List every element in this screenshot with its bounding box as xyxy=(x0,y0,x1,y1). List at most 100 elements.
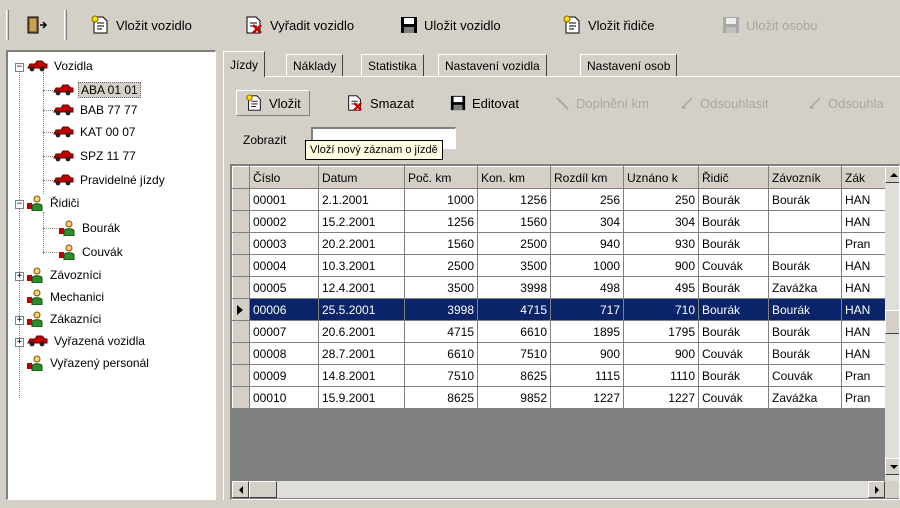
table-cell[interactable]: 7510 xyxy=(477,342,551,365)
expander-couriers[interactable]: + xyxy=(15,272,24,281)
table-cell[interactable]: 304 xyxy=(550,210,624,233)
tree-node-retired-personnel[interactable]: Vyřazený personál xyxy=(26,353,151,373)
row-indicator[interactable] xyxy=(232,364,250,387)
insert-vehicle-button[interactable]: Vložit vozidlo xyxy=(90,12,192,38)
approve-button[interactable]: Odsouhlasit xyxy=(680,90,769,116)
vertical-scrollbar[interactable] xyxy=(885,166,899,481)
table-cell[interactable]: 1560 xyxy=(404,232,478,255)
expander-retired-vehicles[interactable]: + xyxy=(15,338,24,347)
column-header[interactable]: Číslo xyxy=(249,166,319,189)
table-cell[interactable]: 940 xyxy=(550,232,624,255)
retire-vehicle-button[interactable]: Vyřadit vozidlo xyxy=(244,12,354,38)
table-cell[interactable]: 00004 xyxy=(249,254,319,277)
table-cell[interactable]: Pran xyxy=(841,364,886,387)
table-cell[interactable]: 00010 xyxy=(249,386,319,409)
row-indicator[interactable] xyxy=(232,320,250,343)
table-cell[interactable]: 250 xyxy=(623,188,699,211)
table-cell[interactable]: 3998 xyxy=(404,298,478,321)
table-cell[interactable]: 900 xyxy=(550,342,624,365)
table-cell[interactable]: Bourák xyxy=(698,232,769,255)
table-cell[interactable]: 1000 xyxy=(550,254,624,277)
trips-grid[interactable]: Číslo Datum Poč. km Kon. km Rozdíl km Uz… xyxy=(230,164,900,500)
table-cell[interactable]: 28.7.2001 xyxy=(318,342,405,365)
delete-record-button[interactable]: Smazat xyxy=(346,90,414,116)
exit-button[interactable] xyxy=(26,12,48,38)
row-indicator[interactable] xyxy=(232,188,250,211)
tree-node-couriers[interactable]: Závozníci xyxy=(26,265,103,285)
table-cell[interactable]: Bourák xyxy=(698,298,769,321)
table-cell[interactable]: 10.3.2001 xyxy=(318,254,405,277)
table-row[interactable]: 00004 10.3.2001 2500 3500 1000 900 Couvák Bourá… xyxy=(232,254,886,277)
table-cell[interactable]: HAN xyxy=(841,320,886,343)
expander-vehicles[interactable]: − xyxy=(15,63,24,72)
table-cell[interactable]: 00009 xyxy=(249,364,319,387)
table-cell[interactable]: 8625 xyxy=(477,364,551,387)
table-cell[interactable]: 256 xyxy=(550,188,624,211)
table-cell[interactable]: 717 xyxy=(550,298,624,321)
row-indicator[interactable] xyxy=(232,276,250,299)
horizontal-scrollbar[interactable] xyxy=(232,481,885,498)
tab-vehicle-settings[interactable]: Nastavení vozidla xyxy=(438,54,547,76)
table-cell[interactable]: Couvák xyxy=(768,364,842,387)
table-row[interactable]: 00009 14.8.2001 7510 8625 1115 1110 Bourák Couv… xyxy=(232,364,886,387)
table-row[interactable]: 00002 15.2.2001 1256 1560 304 304 Bourák HAN xyxy=(232,210,886,233)
table-cell[interactable]: HAN xyxy=(841,298,886,321)
vertical-scroll-thumb[interactable] xyxy=(885,310,899,334)
table-cell[interactable]: 3500 xyxy=(404,276,478,299)
table-cell[interactable]: 1795 xyxy=(623,320,699,343)
table-row[interactable]: 00001 2.1.2001 1000 1256 256 250 Bourák Bourák H… xyxy=(232,188,886,211)
table-cell[interactable]: 1560 xyxy=(477,210,551,233)
tree-node-retired-vehicles[interactable]: Vyřazená vozidla xyxy=(26,331,147,351)
table-cell[interactable]: 304 xyxy=(623,210,699,233)
table-cell[interactable]: 1227 xyxy=(623,386,699,409)
table-cell[interactable]: Bourák xyxy=(698,364,769,387)
table-cell[interactable]: 495 xyxy=(623,276,699,299)
row-indicator[interactable] xyxy=(232,254,250,277)
table-cell[interactable]: Bourák xyxy=(768,254,842,277)
row-indicator[interactable] xyxy=(232,298,250,321)
table-cell[interactable]: 2500 xyxy=(404,254,478,277)
table-cell[interactable]: Bourák xyxy=(698,188,769,211)
table-cell[interactable]: Zavážka xyxy=(768,386,842,409)
tree-node-mechanics[interactable]: Mechanici xyxy=(26,287,106,307)
tree-node-vehicle-spz[interactable]: SPZ 11 77 xyxy=(52,146,138,166)
tree-node-vehicle-bab[interactable]: BAB 77 77 xyxy=(52,100,139,120)
table-cell[interactable]: 4715 xyxy=(404,320,478,343)
table-cell[interactable]: 1110 xyxy=(623,364,699,387)
table-cell[interactable]: 1115 xyxy=(550,364,624,387)
edit-record-button[interactable]: Editovat xyxy=(450,90,519,116)
table-row[interactable]: 00008 28.7.2001 6610 7510 900 900 Couvák Bourák… xyxy=(232,342,886,365)
toolbar-grip[interactable] xyxy=(6,10,9,40)
save-person-button[interactable]: Uložit osobu xyxy=(722,12,818,38)
table-cell[interactable]: 710 xyxy=(623,298,699,321)
table-row[interactable]: 00010 15.9.2001 8625 9852 1227 1227 Couvák Zavá… xyxy=(232,386,886,409)
table-cell[interactable]: HAN xyxy=(841,276,886,299)
tab-person-settings[interactable]: Nastavení osob xyxy=(580,54,678,76)
table-cell[interactable]: Pran xyxy=(841,232,886,255)
table-cell[interactable]: 2500 xyxy=(477,232,551,255)
table-cell[interactable]: 15.9.2001 xyxy=(318,386,405,409)
scroll-down-button[interactable] xyxy=(885,458,899,475)
table-cell[interactable]: 6610 xyxy=(477,320,551,343)
table-cell[interactable]: Couvák xyxy=(698,254,769,277)
table-cell[interactable] xyxy=(768,232,842,255)
table-cell[interactable]: Bourák xyxy=(698,276,769,299)
table-row[interactable]: 00006 25.5.2001 3998 4715 717 710 Bourák Bourák… xyxy=(232,298,886,321)
row-indicator[interactable] xyxy=(232,210,250,233)
table-cell[interactable]: Couvák xyxy=(698,342,769,365)
table-row[interactable]: 00003 20.2.2001 1560 2500 940 930 Bourák Pran xyxy=(232,232,886,255)
table-cell[interactable]: HAN xyxy=(841,342,886,365)
column-header[interactable]: Poč. km xyxy=(404,166,478,189)
table-cell[interactable]: 9852 xyxy=(477,386,551,409)
table-cell[interactable]: 1256 xyxy=(477,188,551,211)
insert-driver-button[interactable]: Vložit řidiče xyxy=(562,12,654,38)
table-cell[interactable]: 12.4.2001 xyxy=(318,276,405,299)
table-cell[interactable]: 20.6.2001 xyxy=(318,320,405,343)
table-cell[interactable]: 20.2.2001 xyxy=(318,232,405,255)
save-vehicle-button[interactable]: Uložit vozidlo xyxy=(400,12,501,38)
table-cell[interactable]: 930 xyxy=(623,232,699,255)
tree-node-drivers[interactable]: Řidiči xyxy=(26,193,81,213)
table-cell[interactable]: HAN xyxy=(841,254,886,277)
horizontal-scroll-thumb[interactable] xyxy=(249,481,277,498)
table-cell[interactable]: 3998 xyxy=(477,276,551,299)
